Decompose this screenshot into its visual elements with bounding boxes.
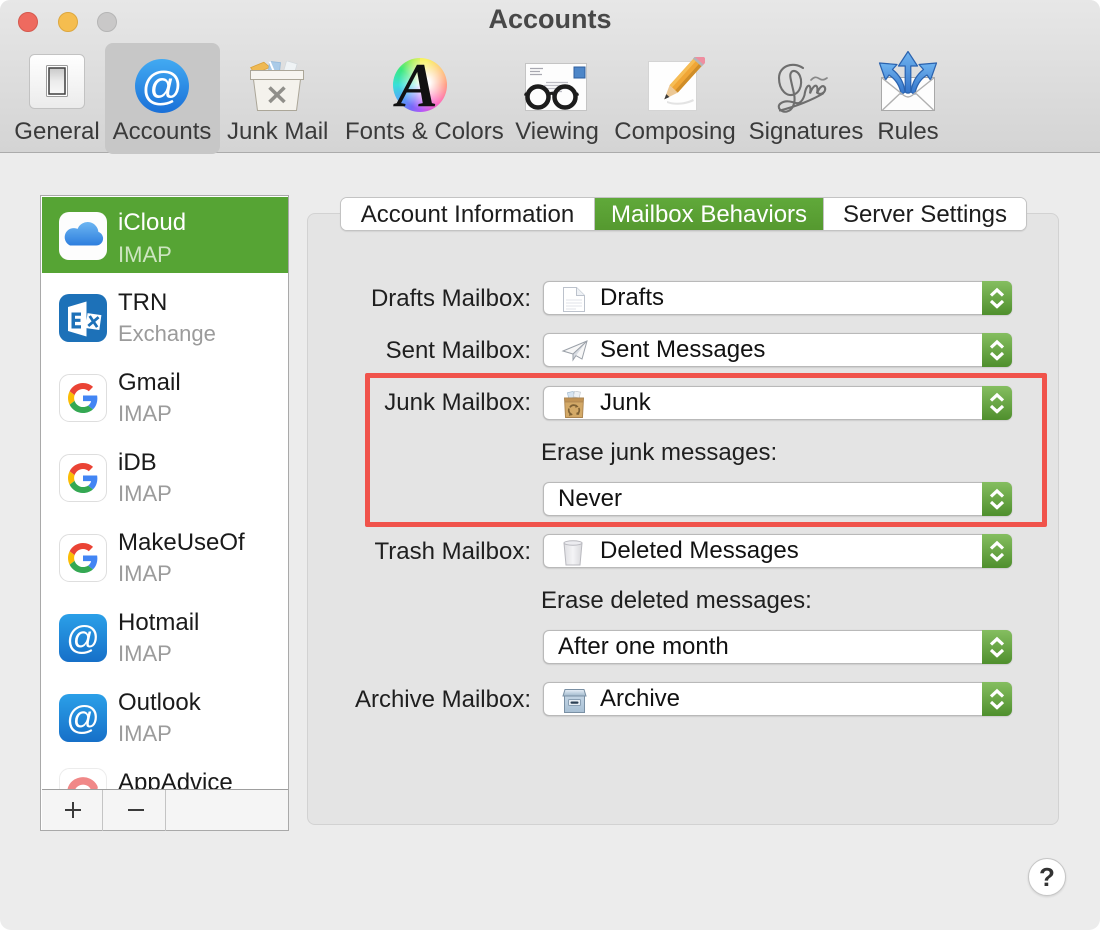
svg-text:@: @: [141, 63, 183, 109]
